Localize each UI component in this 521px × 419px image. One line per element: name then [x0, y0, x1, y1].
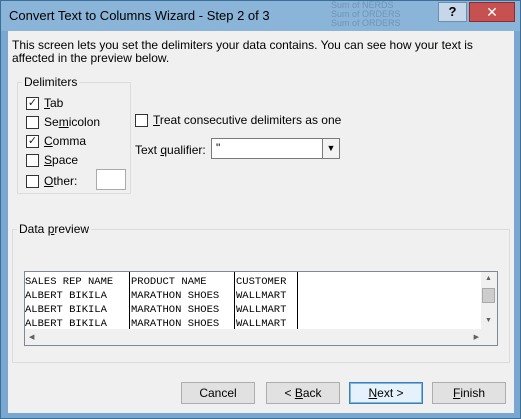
help-button[interactable]: ?	[438, 2, 467, 22]
background-window-text: Sum of NERDS Sum of ORDERS Sum of ORDERS	[331, 1, 401, 28]
vertical-scroll-thumb[interactable]	[482, 288, 495, 303]
preview-cell: WALLMART	[236, 304, 287, 316]
horizontal-scrollbar[interactable]: ◀ ▶	[25, 329, 483, 345]
preview-cell: ALBERT BIKILA	[25, 290, 107, 302]
comma-checkbox[interactable]: ✓	[26, 135, 39, 148]
semicolon-label: Semicolon	[44, 115, 101, 129]
consecutive-label: Treat consecutive delimiters as one	[153, 113, 342, 127]
finish-button[interactable]: Finish	[432, 382, 506, 404]
tab-label: Tab	[44, 96, 64, 110]
scroll-left-icon[interactable]: ◀	[29, 333, 34, 341]
vertical-scrollbar[interactable]: ▲ ▼	[481, 272, 497, 329]
data-preview-pane[interactable]: SALES REP NAME PRODUCT NAME CUSTOMER ALBERT…	[24, 271, 498, 346]
consecutive-checkbox[interactable]	[135, 114, 148, 127]
dropdown-arrow-icon[interactable]: ▼	[322, 139, 339, 158]
text-qualifier-value: "	[216, 141, 221, 155]
scroll-right-icon[interactable]: ▶	[474, 333, 479, 341]
wizard-window: Convert Text to Columns Wizard - Step 2 …	[0, 0, 521, 419]
text-qualifier-select[interactable]: " ▼	[211, 138, 340, 159]
preview-grid: SALES REP NAME PRODUCT NAME CUSTOMER ALBERT…	[25, 272, 483, 344]
scroll-corner	[481, 329, 497, 345]
other-delimiter-input[interactable]	[96, 169, 126, 190]
comma-label: Comma	[44, 134, 87, 148]
space-checkbox[interactable]	[26, 154, 39, 167]
preview-cell: SALES REP NAME	[25, 276, 114, 288]
text-qualifier-label: Text qualifier:	[135, 143, 206, 157]
preview-cell: PRODUCT NAME	[131, 276, 207, 288]
preview-cell: CUSTOMER	[236, 276, 287, 288]
tab-checkbox[interactable]: ✓	[26, 97, 39, 110]
description-text: This screen lets you set the delimiters …	[12, 38, 473, 65]
window-title: Convert Text to Columns Wizard - Step 2 …	[9, 8, 270, 23]
cancel-button[interactable]: Cancel	[181, 382, 255, 404]
delimiters-label: Delimiters	[22, 75, 80, 89]
title-bar[interactable]: Convert Text to Columns Wizard - Step 2 …	[1, 1, 520, 31]
preview-cell: WALLMART	[236, 290, 287, 302]
space-label: Space	[44, 153, 79, 167]
preview-cell: MARATHON SHOES	[131, 290, 220, 302]
other-label: Other:	[44, 174, 78, 188]
preview-cell: MARATHON SHOES	[131, 304, 220, 316]
scroll-up-icon[interactable]: ▲	[485, 275, 492, 282]
next-button[interactable]: Next >	[349, 382, 423, 404]
close-button[interactable]: ✕	[469, 2, 515, 22]
semicolon-checkbox[interactable]	[26, 116, 39, 129]
preview-cell: ALBERT BIKILA	[25, 304, 107, 316]
data-preview-label: Data preview	[17, 222, 92, 236]
other-checkbox[interactable]	[26, 175, 39, 188]
delimiters-group: Delimiters ✓ Tab Semicolon ✓ Comma Space…	[17, 75, 131, 194]
dialog-body: This screen lets you set the delimiters …	[8, 31, 514, 413]
scroll-down-icon[interactable]: ▼	[485, 317, 492, 324]
back-button[interactable]: < Back	[266, 382, 340, 404]
